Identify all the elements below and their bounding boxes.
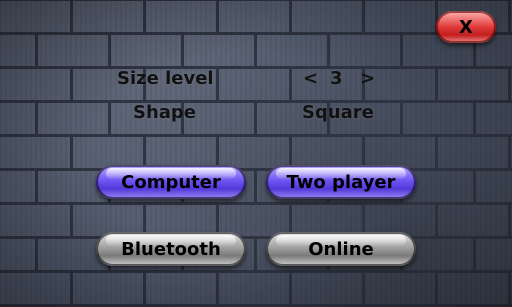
- shape-value[interactable]: Square: [302, 102, 374, 123]
- two-player-mode-label: Two player: [286, 171, 396, 193]
- computer-mode-button[interactable]: Computer: [96, 165, 246, 199]
- size-level-label: Size level: [117, 68, 214, 89]
- close-icon: X: [459, 16, 473, 38]
- size-decrease-button[interactable]: <: [303, 68, 318, 89]
- size-level-value: 3: [330, 68, 343, 89]
- close-button[interactable]: X: [436, 11, 496, 43]
- vignette-overlay: [0, 0, 512, 307]
- online-mode-button[interactable]: Online: [266, 232, 416, 266]
- shape-label: Shape: [133, 102, 197, 123]
- size-increase-button[interactable]: >: [360, 68, 375, 89]
- two-player-mode-button[interactable]: Two player: [266, 165, 416, 199]
- computer-mode-label: Computer: [121, 171, 221, 193]
- online-mode-label: Online: [308, 238, 374, 260]
- bluetooth-mode-label: Bluetooth: [121, 238, 221, 260]
- bluetooth-mode-button[interactable]: Bluetooth: [96, 232, 246, 266]
